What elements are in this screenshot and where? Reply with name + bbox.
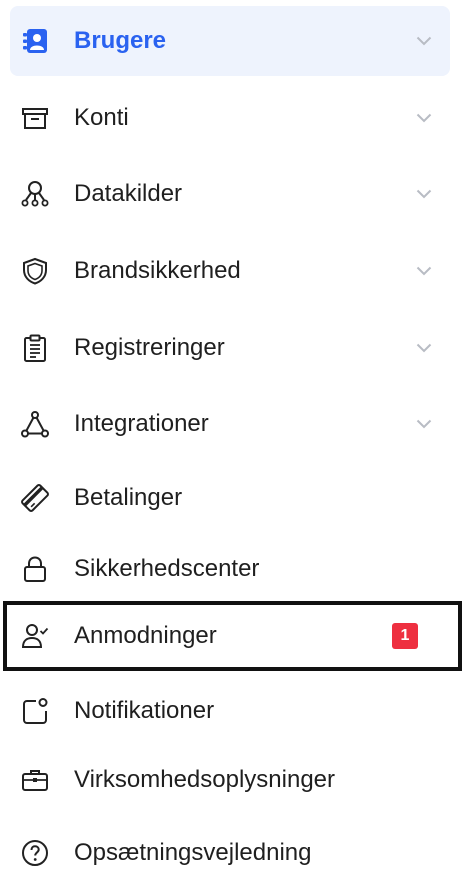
sidebar-item-opsaetningsvejledning[interactable]: Opsætningsvejledning xyxy=(10,818,450,888)
data-sources-icon xyxy=(21,180,49,208)
sidebar-item-datakilder[interactable]: Datakilder xyxy=(10,159,450,229)
sidebar-item-label: Virksomhedsoplysninger xyxy=(74,766,336,793)
sidebar-item-konti[interactable]: Konti xyxy=(10,83,450,153)
sidebar-item-label: Opsætningsvejledning xyxy=(74,839,312,866)
sidebar-item-label: Brandsikkerhed xyxy=(74,257,241,284)
sidebar-item-label: Konti xyxy=(74,104,129,131)
notification-icon xyxy=(21,697,49,725)
shield-icon xyxy=(21,257,49,285)
chevron-down-icon xyxy=(416,113,432,123)
sidebar-item-label: Datakilder xyxy=(74,180,183,207)
chevron-down-icon xyxy=(416,189,432,199)
user-check-icon xyxy=(21,622,49,650)
clipboard-icon xyxy=(21,334,49,362)
sidebar-item-label: Integrationer xyxy=(74,410,209,437)
sidebar-item-sikkerhedscenter[interactable]: Sikkerhedscenter xyxy=(10,534,450,604)
sidebar-item-brandsikkerhed[interactable]: Brandsikkerhed xyxy=(10,236,450,306)
sidebar-item-label: Registreringer xyxy=(74,334,225,361)
sidebar-item-label: Sikkerhedscenter xyxy=(74,555,260,582)
users-icon xyxy=(21,27,49,55)
sidebar-item-notifikationer[interactable]: Notifikationer xyxy=(10,676,450,746)
requests-count-badge: 1 xyxy=(392,623,418,649)
sidebar-item-label: Brugere xyxy=(74,27,167,54)
briefcase-icon xyxy=(21,766,49,794)
chevron-down-icon xyxy=(416,419,432,429)
chevron-down-icon xyxy=(416,266,432,276)
integration-icon xyxy=(21,410,49,438)
archive-box-icon xyxy=(21,104,49,132)
sidebar-item-betalinger[interactable]: Betalinger xyxy=(10,463,450,533)
chevron-down-icon xyxy=(416,343,432,353)
sidebar-item-anmodninger[interactable]: Anmodninger 1 xyxy=(3,601,462,671)
sidebar-item-label: Notifikationer xyxy=(74,697,215,724)
sidebar-item-brugere[interactable]: Brugere xyxy=(10,6,450,76)
chevron-down-icon xyxy=(416,36,432,46)
help-circle-icon xyxy=(21,839,49,867)
lock-icon xyxy=(21,555,49,583)
sidebar-item-registreringer[interactable]: Registreringer xyxy=(10,313,450,383)
sidebar-nav: Brugere Konti Datakilder Brandsikkerhed … xyxy=(0,0,465,870)
sidebar-item-label: Betalinger xyxy=(74,484,183,511)
sidebar-item-virksomhedsoplysninger[interactable]: Virksomhedsoplysninger xyxy=(10,745,450,815)
sidebar-item-label: Anmodninger xyxy=(74,622,217,649)
credit-card-icon xyxy=(21,484,49,512)
sidebar-item-integrationer[interactable]: Integrationer xyxy=(10,389,450,459)
